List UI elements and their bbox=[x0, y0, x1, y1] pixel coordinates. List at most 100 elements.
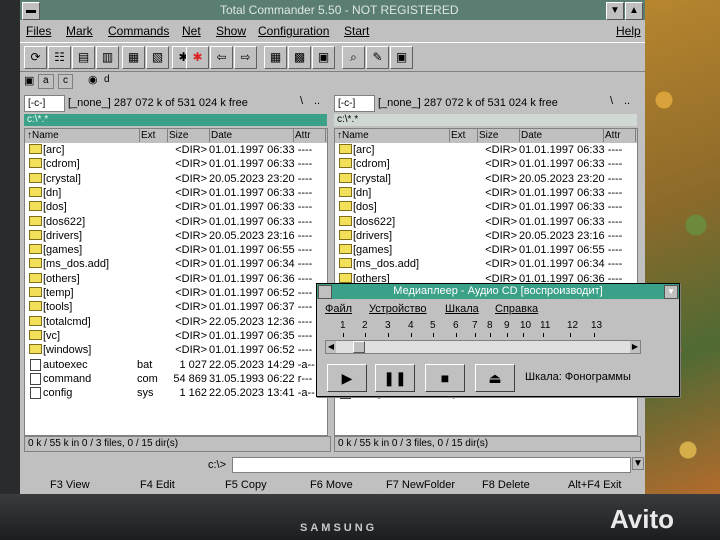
menu-files[interactable]: Files bbox=[26, 24, 51, 38]
cmd-input[interactable] bbox=[232, 457, 631, 473]
cmd-prompt: c:\> bbox=[208, 459, 227, 471]
table-row[interactable]: [dos622] <DIR> 01.01.1997 06:33 ---- bbox=[335, 215, 637, 230]
table-row[interactable]: [ms_dos.add] <DIR> 01.01.1997 06:34 ---- bbox=[25, 258, 327, 272]
col-date[interactable]: Date bbox=[519, 129, 604, 142]
col-name[interactable]: ↑Name bbox=[335, 129, 450, 142]
f6-move-button[interactable]: F6 Move bbox=[310, 479, 353, 491]
menu-help[interactable]: Help bbox=[616, 24, 641, 38]
minimize-button[interactable]: ▼ bbox=[606, 2, 624, 20]
menu-start[interactable]: Start bbox=[344, 24, 369, 38]
ftp-disconnect-icon[interactable]: ▣ bbox=[312, 46, 335, 69]
back-arrow-icon[interactable]: ⇦ bbox=[210, 46, 233, 69]
table-row[interactable]: [vc] <DIR> 01.01.1997 06:35 ---- bbox=[25, 329, 327, 344]
mp-menu-device[interactable]: Устройство bbox=[369, 303, 427, 315]
drive-a-button[interactable]: a bbox=[38, 74, 54, 89]
play-button[interactable]: ▶ bbox=[327, 364, 367, 392]
pause-button[interactable]: ❚❚ bbox=[375, 364, 415, 392]
f7-newfolder-button[interactable]: F7 NewFolder bbox=[386, 479, 455, 491]
table-row[interactable]: [arc] <DIR> 01.01.1997 06:33 ---- bbox=[335, 144, 637, 158]
table-row[interactable]: [tools] <DIR> 01.01.1997 06:37 ---- bbox=[25, 301, 327, 315]
cmd-history-dropdown-icon[interactable]: ▼ bbox=[632, 457, 644, 470]
mp-menu-file[interactable]: Файл bbox=[325, 303, 352, 315]
table-row[interactable]: [games] <DIR> 01.01.1997 06:55 ---- bbox=[25, 244, 327, 258]
lister-icon[interactable]: ▣ bbox=[390, 46, 413, 69]
menu-show[interactable]: Show bbox=[216, 24, 246, 38]
col-size[interactable]: Size bbox=[167, 129, 210, 142]
f3-view-button[interactable]: F3 View bbox=[50, 479, 90, 491]
tree-view-icon[interactable]: ▥ bbox=[96, 46, 119, 69]
track-tick-mark bbox=[388, 333, 389, 337]
table-row[interactable]: [dn] <DIR> 01.01.1997 06:33 ---- bbox=[25, 186, 327, 201]
media-player-minimize-icon[interactable]: ▼ bbox=[664, 285, 678, 299]
refresh-icon[interactable]: ⟳ bbox=[24, 46, 47, 69]
left-file-list[interactable]: ↑Name Ext Size Date Attr [arc] <DIR> 01.01… bbox=[24, 128, 328, 436]
table-row[interactable]: [temp] <DIR> 01.01.1997 06:52 ---- bbox=[25, 287, 327, 301]
menu-configuration[interactable]: Configuration bbox=[258, 24, 329, 38]
table-row[interactable]: [dn] <DIR> 01.01.1997 06:33 ---- bbox=[335, 186, 637, 201]
eject-button[interactable]: ⏏ bbox=[475, 364, 515, 392]
alt-f4-exit-button[interactable]: Alt+F4 Exit bbox=[568, 479, 622, 491]
f5-copy-button[interactable]: F5 Copy bbox=[225, 479, 267, 491]
table-row[interactable]: [dos] <DIR> 01.01.1997 06:33 ---- bbox=[335, 201, 637, 215]
position-slider[interactable]: ◀ ▶ bbox=[325, 340, 641, 354]
table-row[interactable]: [windows] <DIR> 01.01.1997 06:52 ---- bbox=[25, 344, 327, 358]
col-ext[interactable]: Ext bbox=[449, 129, 478, 142]
right-drive-combo[interactable]: [-c-] bbox=[334, 95, 375, 112]
table-row[interactable]: [games] <DIR> 01.01.1997 06:55 ---- bbox=[335, 244, 637, 258]
table-row[interactable]: [ms_dos.add] <DIR> 01.01.1997 06:34 ---- bbox=[335, 258, 637, 272]
col-attr[interactable]: Attr bbox=[603, 129, 636, 142]
drive-c-button[interactable]: c bbox=[58, 74, 73, 89]
table-row[interactable]: command com 54 869 31.05.1993 06:22 r--- bbox=[25, 372, 327, 387]
menu-mark[interactable]: Mark bbox=[66, 24, 93, 38]
table-row[interactable]: config sys 1 16222.05.2023 13:41 -a-- bbox=[25, 387, 327, 401]
cell-name: [others] bbox=[43, 272, 80, 285]
multi-rename-icon[interactable]: ✎ bbox=[366, 46, 389, 69]
pack-icon[interactable]: ✱ bbox=[186, 46, 209, 69]
col-size[interactable]: Size bbox=[477, 129, 520, 142]
left-drive-combo[interactable]: [-c-] bbox=[24, 95, 65, 112]
right-root-button[interactable]: \ bbox=[610, 95, 613, 107]
slider-left-arrow-icon[interactable]: ◀ bbox=[326, 341, 336, 353]
col-attr[interactable]: Attr bbox=[293, 129, 326, 142]
mp-menu-scale[interactable]: Шкала bbox=[445, 303, 479, 315]
slider-thumb[interactable] bbox=[352, 341, 365, 353]
table-row[interactable]: [others] <DIR> 01.01.1997 06:36 ---- bbox=[25, 272, 327, 287]
table-row[interactable]: [totalcmd] <DIR> 22.05.2023 12:36 ---- bbox=[25, 315, 327, 330]
left-up-button[interactable]: .. bbox=[314, 95, 320, 107]
forward-arrow-icon[interactable]: ⇨ bbox=[234, 46, 257, 69]
full-view-icon[interactable]: ▤ bbox=[72, 46, 95, 69]
table-row[interactable]: [drivers] <DIR> 20.05.2023 23:16 ---- bbox=[335, 229, 637, 244]
f4-edit-button[interactable]: F4 Edit bbox=[140, 479, 175, 491]
col-name[interactable]: ↑Name bbox=[25, 129, 140, 142]
slider-right-arrow-icon[interactable]: ▶ bbox=[630, 341, 640, 353]
f8-delete-button[interactable]: F8 Delete bbox=[482, 479, 530, 491]
table-row[interactable]: [crystal] <DIR> 20.05.2023 23:20 ---- bbox=[335, 172, 637, 187]
right-up-button[interactable]: .. bbox=[624, 95, 630, 107]
table-row[interactable]: [dos622] <DIR> 01.01.1997 06:33 ---- bbox=[25, 215, 327, 230]
table-row[interactable]: [crystal] <DIR> 20.05.2023 23:20 ---- bbox=[25, 172, 327, 187]
stop-button[interactable]: ■ bbox=[425, 364, 465, 392]
table-row[interactable]: [dos] <DIR> 01.01.1997 06:33 ---- bbox=[25, 201, 327, 215]
menu-commands[interactable]: Commands bbox=[108, 24, 169, 38]
maximize-button[interactable]: ▲ bbox=[625, 2, 643, 20]
invert-selection-icon[interactable]: ▧ bbox=[146, 46, 169, 69]
col-ext[interactable]: Ext bbox=[139, 129, 168, 142]
search-icon[interactable]: ⌕ bbox=[342, 46, 365, 69]
menu-net[interactable]: Net bbox=[182, 24, 201, 38]
mp-menu-help[interactable]: Справка bbox=[495, 303, 538, 315]
track-tick-label: 11 bbox=[540, 320, 551, 331]
table-row[interactable]: [cdrom] <DIR> 01.01.1997 06:33 ---- bbox=[25, 158, 327, 172]
media-player-system-menu[interactable] bbox=[318, 285, 332, 299]
system-menu-button[interactable]: ▬ bbox=[22, 2, 40, 20]
table-row[interactable]: [arc] <DIR> 01.01.1997 06:33 ---- bbox=[25, 144, 327, 158]
ftp-connect-icon[interactable]: ▦ bbox=[264, 46, 287, 69]
table-row[interactable]: autoexec bat 1 027 22.05.2023 14:29 -a-- bbox=[25, 358, 327, 373]
table-row[interactable]: [cdrom] <DIR> 01.01.1997 06:33 ---- bbox=[335, 158, 637, 172]
left-root-button[interactable]: \ bbox=[300, 95, 303, 107]
select-all-icon[interactable]: ▦ bbox=[122, 46, 145, 69]
col-date[interactable]: Date bbox=[209, 129, 294, 142]
drive-d-button[interactable]: d bbox=[100, 74, 114, 87]
brief-view-icon[interactable]: ☷ bbox=[48, 46, 71, 69]
table-row[interactable]: [drivers] <DIR> 20.05.2023 23:16 ---- bbox=[25, 229, 327, 244]
ftp-new-icon[interactable]: ▩ bbox=[288, 46, 311, 69]
